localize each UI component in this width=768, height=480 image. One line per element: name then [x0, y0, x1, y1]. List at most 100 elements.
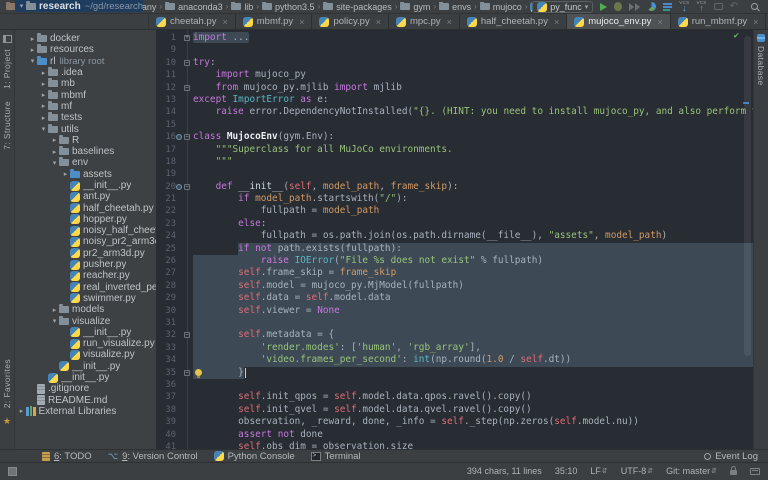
code-editor[interactable]: 1+import ...910−try:11 import mujoco_py1… — [156, 30, 753, 449]
rollback-button[interactable] — [714, 3, 723, 10]
code-line-36[interactable]: 36 — [156, 379, 753, 391]
chevron-right-icon[interactable]: ▸ — [39, 69, 48, 77]
tree-item-External Libraries[interactable]: ▸External Libraries — [15, 406, 156, 417]
tree-item-mf[interactable]: ▸mf — [15, 101, 156, 112]
code-line-35[interactable]: 35− } — [156, 367, 753, 379]
coverage-button[interactable] — [629, 3, 640, 11]
favorites-star-icon[interactable]: ★ — [3, 416, 11, 427]
tab-mpc.py[interactable]: mpc.py× — [389, 14, 460, 29]
tree-item-__init__.py[interactable]: __init__.py — [15, 327, 156, 338]
code-line-27[interactable]: 27 self.frame_skip = frame_skip — [156, 267, 753, 279]
tree-item-noisy_half_cheeta[interactable]: noisy_half_cheeta — [15, 225, 156, 236]
toolwindow-favorites-button[interactable]: 2: Favorites — [2, 359, 12, 408]
toolwindow-project-button[interactable]: 1: Project — [2, 49, 12, 89]
code-line-9[interactable]: 9 — [156, 44, 753, 56]
tree-item-noisy_pr2_arm3d.[interactable]: noisy_pr2_arm3d. — [15, 236, 156, 247]
code-line-20[interactable]: 20− def __init__(self, model_path, frame… — [156, 181, 753, 193]
chevron-right-icon[interactable]: ▸ — [28, 35, 37, 43]
code-line-21[interactable]: 21 if model_path.startswith("/"): — [156, 193, 753, 205]
tree-item-__init__.py[interactable]: __init__.py — [15, 180, 156, 191]
chevron-right-icon[interactable]: ▸ — [39, 91, 48, 99]
tab-cheetah.py[interactable]: cheetah.py× — [149, 14, 236, 29]
tree-item-visualize.py[interactable]: visualize.py — [15, 349, 156, 360]
toolwindow-button-python-console[interactable]: Python Console — [214, 451, 295, 462]
chevron-down-icon[interactable]: ▾ — [50, 159, 59, 167]
code-line-13[interactable]: 13except ImportError as e: — [156, 94, 753, 106]
chevron-right-icon[interactable]: ▸ — [17, 407, 26, 415]
toolwindow-button-terminal[interactable]: >Terminal — [311, 451, 361, 462]
code-line-18[interactable]: 18 """ — [156, 156, 753, 168]
tab-mbmf.py[interactable]: mbmf.py× — [236, 14, 313, 29]
toolwindow-toggle-icon[interactable] — [8, 467, 17, 476]
tab-half_cheetah.py[interactable]: half_cheetah.py× — [460, 14, 567, 29]
search-everywhere-button[interactable] — [751, 3, 758, 10]
tree-item-run_visualize.py[interactable]: run_visualize.py — [15, 338, 156, 349]
tree-item-tests[interactable]: ▸tests — [15, 112, 156, 123]
tree-item-docker[interactable]: ▸docker — [15, 33, 156, 44]
tree-item-assets[interactable]: ▸assets — [15, 169, 156, 180]
code-line-11[interactable]: 11 import mujoco_py — [156, 69, 753, 81]
breadcrumb-item[interactable]: gym — [400, 2, 430, 12]
profiler-button[interactable] — [647, 2, 656, 11]
status-caret-position[interactable]: 35:10 — [555, 466, 578, 476]
chevron-right-icon[interactable]: ▸ — [28, 46, 37, 54]
editor-scrollbar[interactable] — [744, 36, 751, 356]
close-icon[interactable]: × — [299, 17, 304, 27]
code-line-38[interactable]: 38 self.init_qvel = self.model.data.qvel… — [156, 404, 753, 416]
toolwindow-structure-button[interactable]: 7: Structure — [2, 101, 12, 150]
code-line-40[interactable]: 40 assert not done — [156, 429, 753, 441]
tree-item-reacher.py[interactable]: reacher.py — [15, 270, 156, 281]
tab-mujoco_env.py[interactable]: mujoco_env.py× — [567, 14, 670, 29]
code-line-10[interactable]: 10−try: — [156, 57, 753, 69]
chevron-right-icon[interactable]: ▸ — [61, 170, 70, 178]
tree-item-utils[interactable]: ▾utils — [15, 123, 156, 134]
tree-item-mbmf[interactable]: ▸mbmf — [15, 89, 156, 100]
tree-item-env[interactable]: ▾env — [15, 157, 156, 168]
gutter-marker-icon[interactable] — [176, 134, 182, 140]
code-line-12[interactable]: 12− from mujoco_py.mjlib import mjlib — [156, 82, 753, 94]
intention-bulb-icon[interactable] — [195, 369, 202, 376]
tree-item-README.md[interactable]: README.md — [15, 395, 156, 406]
status-line-separator[interactable]: LF⇵ — [590, 466, 607, 476]
debug-button[interactable] — [614, 2, 622, 11]
tree-item-models[interactable]: ▸models — [15, 304, 156, 315]
breadcrumb-item[interactable]: python3.5 — [262, 2, 315, 12]
code-line-22[interactable]: 22 fullpath = model_path — [156, 205, 753, 217]
code-line-30[interactable]: 30 self.viewer = None — [156, 305, 753, 317]
tree-item-hopper.py[interactable]: hopper.py — [15, 214, 156, 225]
breadcrumb-item[interactable]: mujoco — [480, 2, 522, 12]
tree-item-half_cheetah.py[interactable]: half_cheetah.py — [15, 202, 156, 213]
chevron-right-icon[interactable]: ▸ — [39, 80, 48, 88]
tree-item-visualize[interactable]: ▾visualize — [15, 315, 156, 326]
tree-item-.idea[interactable]: ▸.idea — [15, 67, 156, 78]
tab-policy.py[interactable]: policy.py× — [312, 14, 389, 29]
tree-item-real_inverted_pen[interactable]: real_inverted_pen — [15, 282, 156, 293]
toolwindow-button---version-control[interactable]: ⌥9: Version Control — [108, 451, 198, 462]
project-toolwindow-icon[interactable] — [3, 35, 12, 43]
code-line-24[interactable]: 24 fullpath = os.path.join(os.path.dirna… — [156, 230, 753, 242]
fold-minus-icon[interactable]: − — [184, 184, 190, 190]
chevron-right-icon[interactable]: ▸ — [50, 306, 59, 314]
close-icon[interactable]: × — [447, 17, 452, 27]
tree-item-swimmer.py[interactable]: swimmer.py — [15, 293, 156, 304]
folded-region[interactable]: import ... — [193, 32, 249, 43]
code-line-34[interactable]: 34 'video.frames_per_second': int(np.rou… — [156, 354, 753, 366]
code-line-1[interactable]: 1+import ... — [156, 32, 753, 44]
code-line-19[interactable]: 19 — [156, 168, 753, 180]
lock-icon[interactable] — [730, 470, 737, 475]
code-line-29[interactable]: 29 self.data = self.model.data — [156, 292, 753, 304]
fold-minus-icon[interactable]: − — [184, 60, 190, 66]
code-line-39[interactable]: 39 observation, _reward, done, _info = s… — [156, 416, 753, 428]
fold-plus-icon[interactable]: + — [184, 35, 190, 41]
close-icon[interactable]: × — [753, 17, 758, 27]
chevron-down-icon[interactable]: ▾ — [28, 57, 37, 65]
gutter-marker-icon[interactable] — [176, 184, 182, 190]
code-line-15[interactable]: 15 — [156, 119, 753, 131]
breadcrumb-item[interactable]: envs — [439, 2, 471, 12]
chevron-right-icon[interactable]: ▸ — [50, 136, 59, 144]
close-icon[interactable]: × — [222, 17, 227, 27]
code-line-16[interactable]: 16−class MujocoEnv(gym.Env): — [156, 131, 753, 143]
toolwindow-database-button[interactable]: Database — [756, 46, 766, 86]
breadcrumb-item[interactable]: anaconda3 — [165, 2, 223, 12]
services-button[interactable] — [663, 3, 672, 11]
